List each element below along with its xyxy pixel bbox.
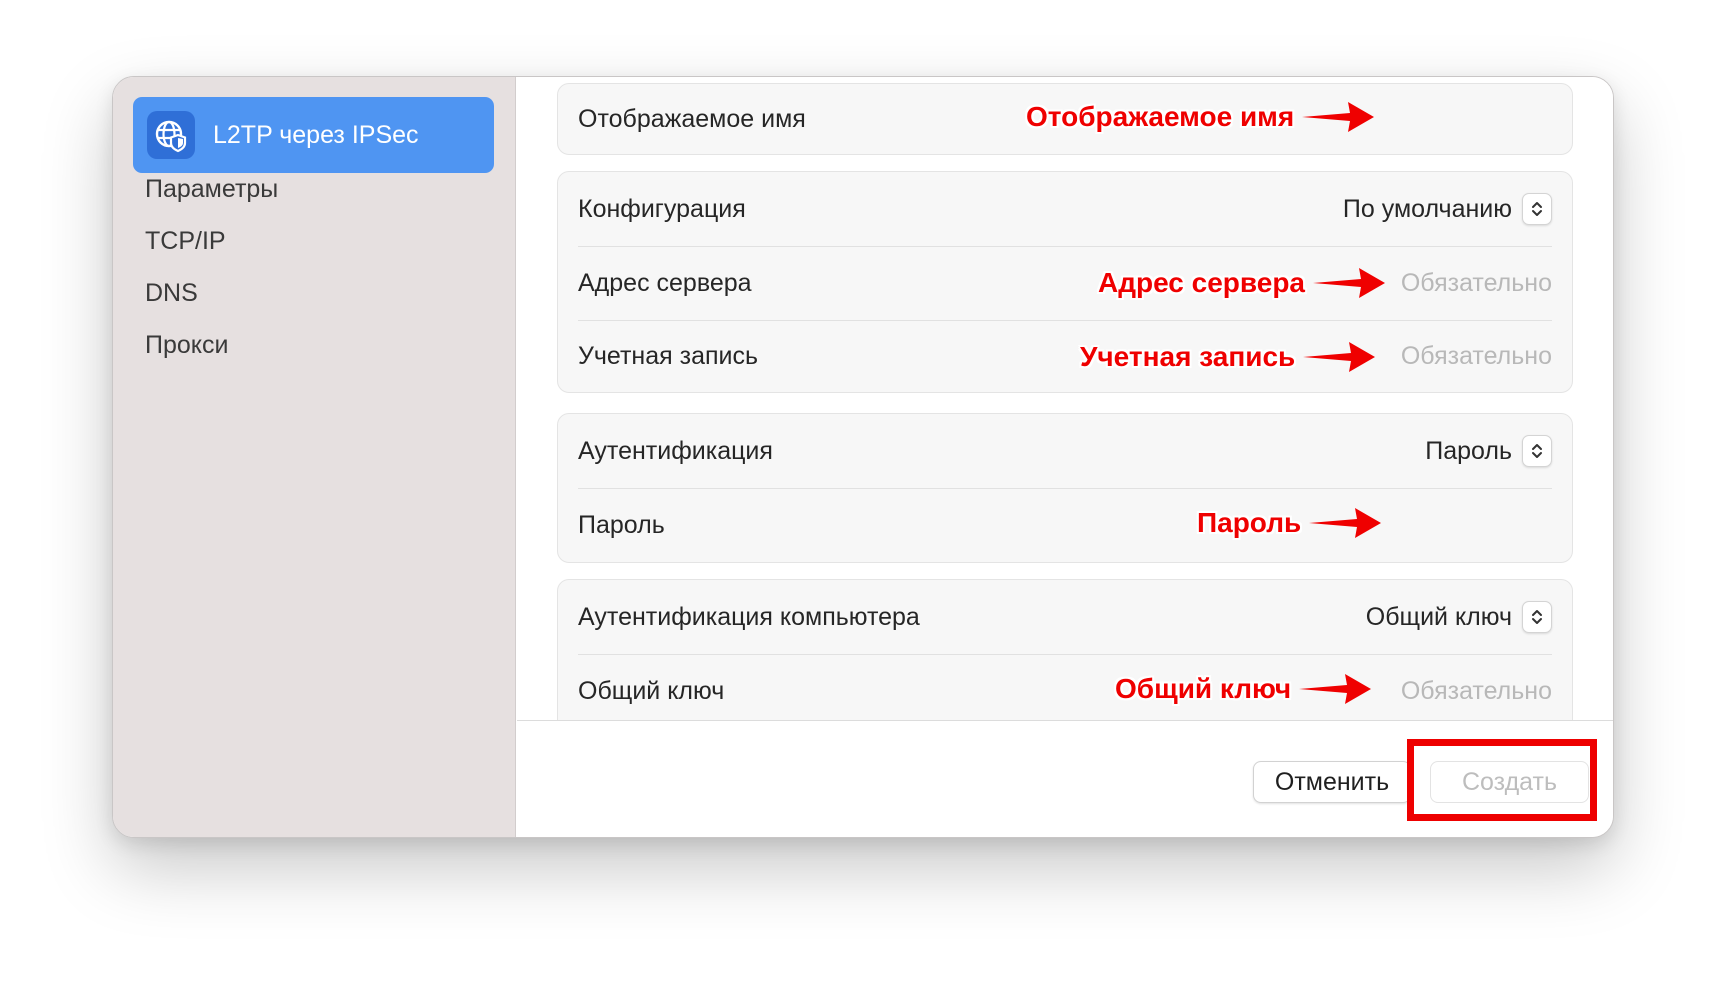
annotation-label: Отображаемое имя — [1026, 101, 1295, 132]
settings-content: Отображаемое имя Конфигурация По умолчан… — [517, 77, 1613, 720]
annotation-label: Пароль — [1197, 507, 1302, 538]
configuration-select[interactable]: По умолчанию — [1343, 193, 1552, 225]
machine-auth-value: Общий ключ — [1365, 602, 1512, 631]
server-address-input[interactable]: Обязательно — [1401, 269, 1552, 298]
account-input[interactable]: Обязательно — [1401, 342, 1552, 371]
annotation-label: Адрес сервера — [1098, 267, 1305, 298]
configuration-label: Конфигурация — [578, 194, 746, 223]
configuration-value: По умолчанию — [1342, 194, 1512, 223]
red-arrow-icon — [1303, 342, 1376, 372]
sidebar-item-l2tp[interactable]: L2TP через IPSec — [133, 97, 494, 173]
sidebar-item-label: L2TP через IPSec — [213, 120, 419, 149]
vpn-config-window: L2TP через IPSec Параметры TCP/IP DNS Пр… — [112, 76, 1614, 838]
group-authentication: Аутентификация Пароль Пароль — [557, 413, 1573, 563]
display-name-label: Отображаемое имя — [578, 104, 806, 133]
annotation-label: Учетная запись — [1080, 341, 1296, 372]
red-arrow-icon — [1309, 508, 1382, 538]
server-address-label: Адрес сервера — [578, 268, 752, 297]
account-label: Учетная запись — [578, 341, 759, 370]
group-machine-auth: Аутентификация компьютера Общий ключ Общ… — [557, 579, 1573, 720]
annotation-display-name: Отображаемое имя — [1026, 100, 1376, 134]
password-label: Пароль — [578, 510, 665, 539]
chevron-up-down-icon — [1522, 435, 1552, 467]
configuration-row[interactable]: Конфигурация По умолчанию — [558, 172, 1572, 246]
server-address-row[interactable]: Адрес сервера Обязательно — [558, 246, 1572, 320]
cancel-button[interactable]: Отменить — [1253, 761, 1411, 803]
authentication-row[interactable]: Аутентификация Пароль — [558, 414, 1572, 488]
chevron-up-down-icon — [1522, 601, 1552, 633]
password-row[interactable]: Пароль — [558, 488, 1572, 562]
annotation-password: Пароль — [1197, 506, 1383, 540]
machine-auth-label: Аутентификация компьютера — [578, 602, 920, 631]
annotation-shared-secret: Общий ключ — [1115, 672, 1373, 706]
shared-secret-row[interactable]: Общий ключ Обязательно — [558, 654, 1572, 720]
authentication-select[interactable]: Пароль — [1425, 435, 1552, 467]
group-connection: Конфигурация По умолчанию Адрес сервера … — [557, 171, 1573, 393]
chevron-up-down-icon — [1522, 193, 1552, 225]
sidebar-item-tcpip[interactable]: TCP/IP — [145, 227, 226, 256]
shared-secret-label: Общий ключ — [578, 676, 725, 705]
machine-auth-row[interactable]: Аутентификация компьютера Общий ключ — [558, 580, 1572, 654]
globe-shield-icon — [147, 111, 195, 159]
machine-auth-select[interactable]: Общий ключ — [1366, 601, 1552, 633]
sidebar-item-parameters[interactable]: Параметры — [145, 175, 278, 204]
annotation-server-address: Адрес сервера — [1098, 266, 1387, 300]
red-arrow-icon — [1313, 268, 1385, 298]
sidebar: L2TP через IPSec Параметры TCP/IP DNS Пр… — [113, 77, 516, 837]
shared-secret-input[interactable]: Обязательно — [1401, 677, 1552, 706]
authentication-value: Пароль — [1425, 436, 1512, 465]
create-button-highlight — [1407, 739, 1597, 821]
annotation-label: Общий ключ — [1115, 673, 1292, 704]
sidebar-item-dns[interactable]: DNS — [145, 279, 198, 308]
red-arrow-icon — [1302, 102, 1375, 132]
account-row[interactable]: Учетная запись Обязательно — [558, 320, 1572, 392]
authentication-label: Аутентификация — [578, 436, 773, 465]
sidebar-item-proxy[interactable]: Прокси — [145, 331, 228, 360]
red-arrow-icon — [1299, 674, 1372, 704]
annotation-account: Учетная запись — [1080, 340, 1377, 374]
